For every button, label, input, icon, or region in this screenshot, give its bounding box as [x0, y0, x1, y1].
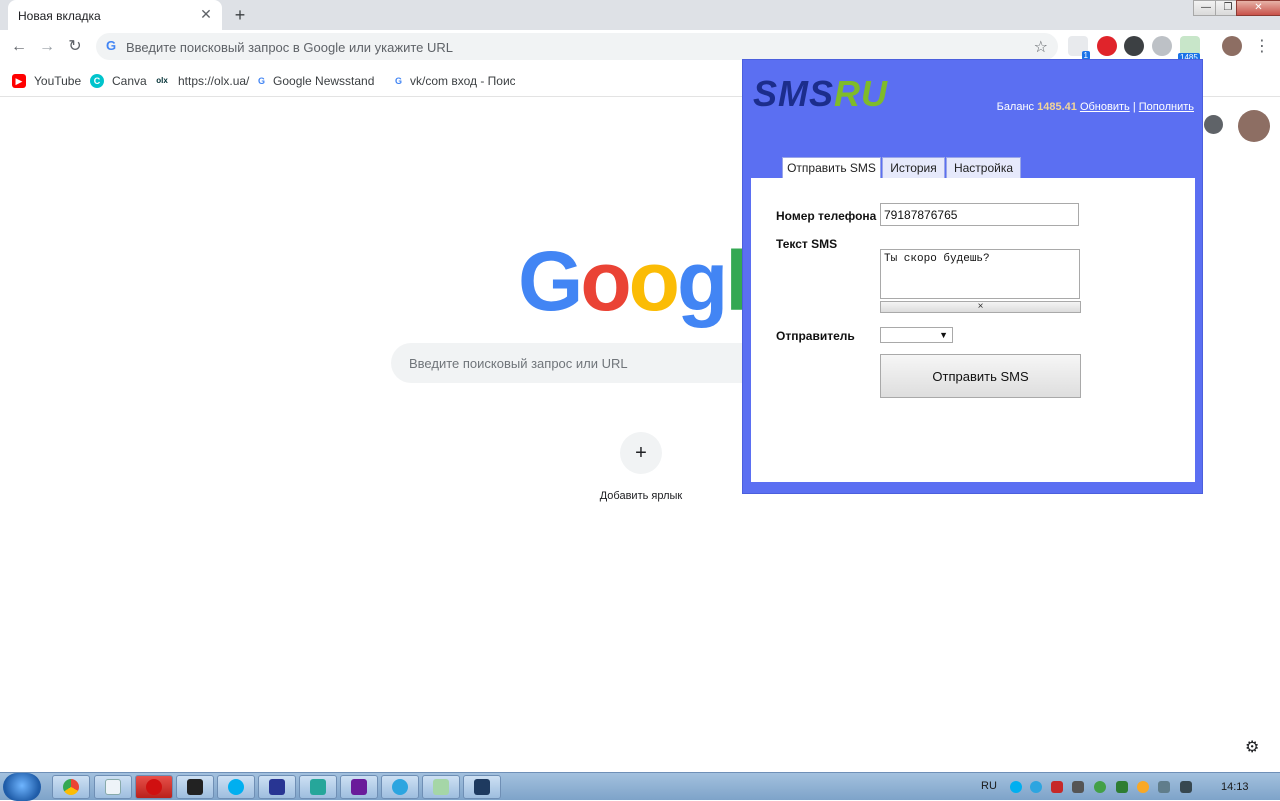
notepad-icon: [105, 779, 121, 795]
tool-icon: [310, 779, 326, 795]
tab-title: Новая вкладка: [18, 9, 101, 23]
taskbar-opera[interactable]: [135, 775, 173, 799]
bookmark-label: Google Newsstand р: [273, 74, 378, 88]
tray-volume-icon[interactable]: [1158, 781, 1170, 793]
add-shortcut-label: Добавить ярлык: [599, 490, 683, 502]
language-indicator[interactable]: RU: [981, 780, 997, 792]
taskbar: RU 14:13: [0, 772, 1280, 801]
taskbar-notepad[interactable]: [94, 775, 132, 799]
bookmark-youtube[interactable]: ▶ YouTube: [12, 73, 81, 89]
app-m-icon: [187, 779, 203, 795]
phone-input[interactable]: [880, 203, 1079, 226]
tray-yellow-icon[interactable]: [1137, 781, 1149, 793]
google-icon: G: [395, 74, 403, 88]
customize-gear-icon[interactable]: ⚙: [1245, 737, 1259, 757]
app-icon: [474, 779, 490, 795]
olx-icon: olx: [154, 74, 170, 88]
chrome-icon: [63, 779, 79, 795]
sms-ru-logo: SMSRU: [753, 74, 888, 114]
canva-icon: C: [90, 74, 104, 88]
bookmark-canva[interactable]: C Canva: [90, 73, 147, 89]
floppy-icon: [269, 779, 285, 795]
opera-icon[interactable]: [1097, 36, 1117, 56]
logo-sms: SMS: [753, 73, 835, 114]
ntp-profile-avatar[interactable]: [1238, 110, 1270, 142]
logo-ru: RU: [834, 73, 889, 114]
clock[interactable]: 14:13: [1221, 781, 1249, 793]
sender-label: Отправитель: [776, 329, 855, 343]
tab-send-sms[interactable]: Отправить SMS: [782, 157, 881, 180]
tray-app-icon[interactable]: [1051, 781, 1063, 793]
new-tab-button[interactable]: +: [231, 5, 249, 25]
balance-value: 1485.41: [1037, 101, 1077, 113]
tray-check-icon[interactable]: [1116, 781, 1128, 793]
tab-strip: Новая вкладка ✕ + — ❐ ✕: [0, 0, 1280, 30]
taskbar-media[interactable]: [340, 775, 378, 799]
tray-speaker-icon[interactable]: [1072, 781, 1084, 793]
taskbar-tool[interactable]: [299, 775, 337, 799]
taskbar-app[interactable]: [463, 775, 501, 799]
sms-ru-popup: SMSRU Баланс 1485.41 Обновить | Пополнит…: [742, 59, 1203, 494]
balance-label: Баланс: [996, 101, 1035, 113]
sms-text-label: Текст SMS: [776, 237, 838, 251]
balance-line: Баланс 1485.41 Обновить | Пополнить: [997, 101, 1194, 113]
refresh-link[interactable]: Обновить: [1080, 101, 1130, 113]
taskbar-telegram[interactable]: [381, 775, 419, 799]
taskbar-app-m[interactable]: [176, 775, 214, 799]
bookmark-label: YouTube: [34, 74, 82, 88]
taskbar-save-app[interactable]: [258, 775, 296, 799]
forward-arrow-icon[interactable]: →: [37, 37, 57, 57]
tab-history[interactable]: История: [882, 157, 945, 179]
bookmark-olx[interactable]: olx https://olx.ua/: [154, 73, 249, 89]
close-window-button[interactable]: ✕: [1236, 0, 1280, 16]
bookmark-star-icon[interactable]: ☆: [1034, 37, 1048, 57]
clear-text-button[interactable]: ×: [880, 301, 1081, 313]
google-icon: G: [106, 38, 117, 53]
opera-icon: [146, 779, 162, 795]
taskbar-files[interactable]: [422, 775, 460, 799]
media-icon: [351, 779, 367, 795]
notification-bell-icon[interactable]: [1204, 115, 1223, 134]
skype-icon: [228, 779, 244, 795]
bookmark-google-newsstand[interactable]: G Google Newsstand р: [258, 73, 378, 89]
tab-close-icon[interactable]: ✕: [198, 6, 214, 22]
bookmark-vk-search[interactable]: G vk/com вход - Поиск: [395, 73, 515, 89]
bookmark-label: https://olx.ua/: [178, 74, 250, 88]
bookmark-label: vk/com вход - Поиск: [410, 74, 515, 88]
chevron-down-icon: ▼: [939, 330, 948, 340]
phone-label: Номер телефона: [776, 209, 877, 223]
google-icon: G: [258, 74, 266, 88]
menu-dots-icon[interactable]: ⋮: [1252, 37, 1272, 57]
telegram-icon: [392, 779, 408, 795]
youtube-icon: ▶: [12, 74, 26, 88]
omnibox[interactable]: G Введите поисковый запрос в Google или …: [96, 33, 1058, 60]
extension-dark-icon[interactable]: [1124, 36, 1144, 56]
back-arrow-icon[interactable]: ←: [9, 37, 29, 57]
send-sms-button[interactable]: Отправить SMS: [880, 354, 1081, 398]
taskbar-skype[interactable]: [217, 775, 255, 799]
bookmark-label: Canva: [112, 74, 147, 88]
extension-counter-icon[interactable]: 1: [1068, 36, 1090, 60]
files-icon: [433, 779, 449, 795]
ntp-search-placeholder: Введите поисковый запрос или URL: [409, 356, 628, 371]
omnibox-placeholder: Введите поисковый запрос в Google или ук…: [126, 40, 453, 55]
tray-telegram-icon[interactable]: [1030, 781, 1042, 793]
tray-network-icon[interactable]: [1180, 781, 1192, 793]
profile-avatar[interactable]: [1222, 36, 1242, 56]
globe-icon[interactable]: [1152, 36, 1172, 56]
tray-green-icon[interactable]: [1094, 781, 1106, 793]
sms-ru-extension-icon[interactable]: 1485: [1178, 36, 1200, 62]
tab-settings[interactable]: Настройка: [946, 157, 1021, 179]
start-button[interactable]: [3, 773, 41, 801]
reload-icon[interactable]: ↻: [65, 37, 85, 57]
tray-skype-icon[interactable]: [1010, 781, 1022, 793]
add-shortcut-button[interactable]: +: [620, 432, 662, 474]
tab-new-tab[interactable]: Новая вкладка ✕: [8, 0, 222, 30]
link-separator: |: [1132, 101, 1136, 113]
taskbar-chrome[interactable]: [52, 775, 90, 799]
send-sms-panel: Номер телефона Текст SMS Ты скоро будешь…: [751, 178, 1195, 482]
sender-select[interactable]: ▼: [880, 327, 953, 343]
topup-link[interactable]: Пополнить: [1139, 101, 1194, 113]
sms-text-input[interactable]: Ты скоро будешь?: [880, 249, 1080, 299]
